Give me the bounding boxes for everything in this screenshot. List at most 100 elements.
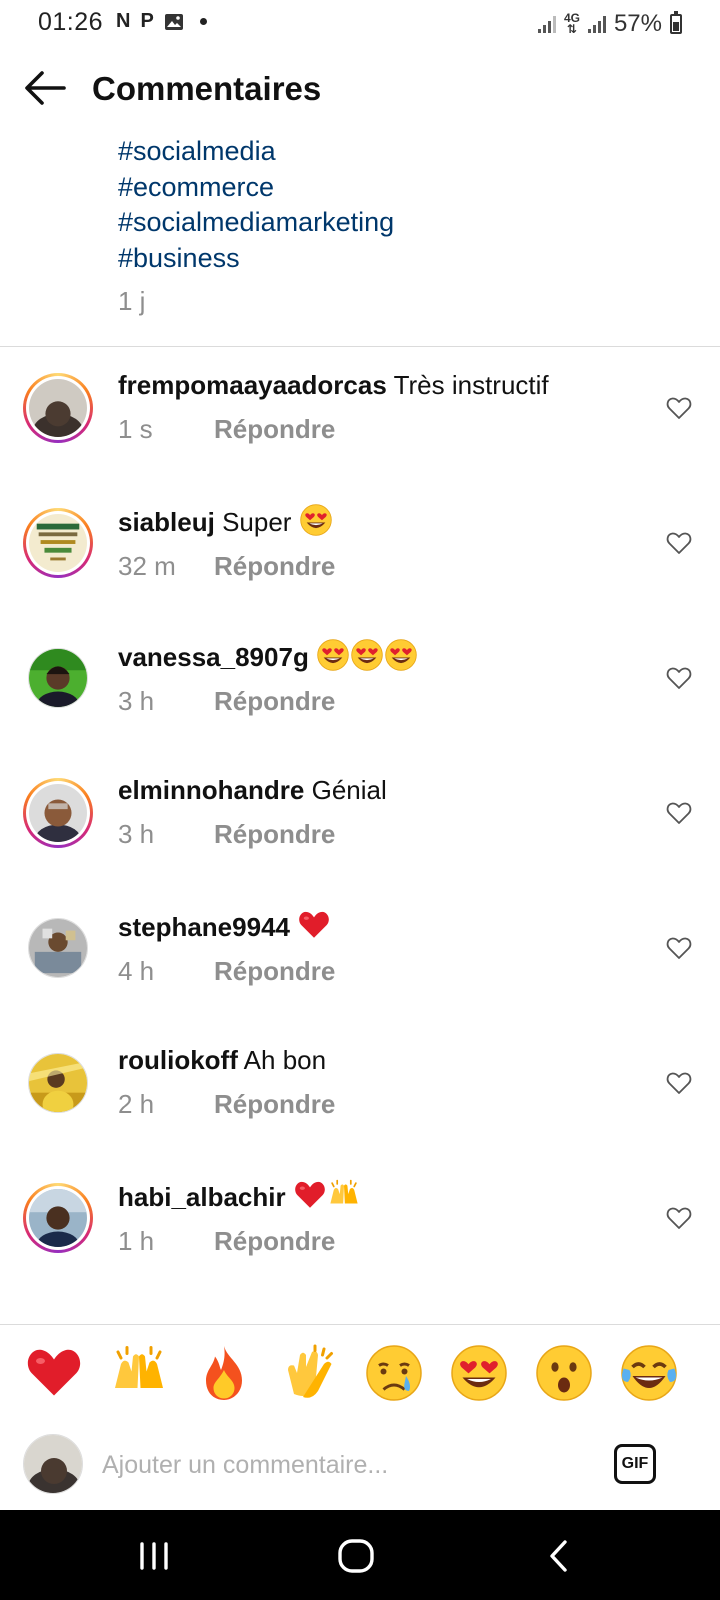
- network-type: 4G ⇅: [563, 11, 580, 36]
- crying-face-emoji-icon[interactable]: [364, 1343, 424, 1403]
- comment-body: elminnohandre Génial 3 h Répondre: [118, 773, 650, 850]
- hashtag-link[interactable]: #business: [118, 241, 394, 277]
- hashtag-link[interactable]: #socialmediamarketing: [118, 205, 394, 241]
- comment-time: 3 h: [118, 686, 155, 716]
- like-heart-icon[interactable]: [666, 666, 692, 690]
- comment-meta: 3 h Répondre: [118, 686, 650, 717]
- battery-percent: 57%: [613, 10, 662, 37]
- comment-username[interactable]: elminnohandre: [118, 775, 304, 805]
- red-heart-emoji-icon: [293, 1178, 327, 1212]
- comment-avatar[interactable]: [29, 1189, 87, 1247]
- comment-item[interactable]: habi_albachir 1 h Répondre: [0, 1170, 720, 1305]
- gallery-notification-icon: [164, 13, 183, 30]
- reply-button[interactable]: Répondre: [214, 1089, 335, 1119]
- raised-hands-emoji-icon[interactable]: [109, 1343, 169, 1403]
- comment-line: elminnohandre Génial: [118, 773, 650, 807]
- comment-time: 1 h: [118, 1226, 155, 1256]
- comment-username[interactable]: stephane9944: [118, 912, 290, 942]
- comment-line: stephane9944: [118, 908, 650, 944]
- home-icon[interactable]: [334, 1534, 378, 1578]
- signal-1-icon: [537, 15, 556, 33]
- system-indicators: 4G ⇅ 57%: [537, 10, 682, 38]
- comment-line: frempomaayaadorcas Très instructif: [118, 368, 650, 402]
- comment-avatar[interactable]: [29, 784, 87, 842]
- like-heart-icon[interactable]: [666, 801, 692, 825]
- reply-button[interactable]: Répondre: [214, 414, 335, 444]
- comment-text: Ah bon: [243, 1045, 327, 1075]
- reply-button[interactable]: Répondre: [214, 819, 335, 849]
- like-heart-icon[interactable]: [666, 936, 692, 960]
- red-heart-emoji-icon[interactable]: [24, 1343, 84, 1403]
- comment-item[interactable]: siableuj Super 32 m Répondre: [0, 495, 720, 630]
- comment-avatar[interactable]: [28, 1053, 88, 1113]
- comment-body: frempomaayaadorcas Très instructif 1 s Rép…: [118, 368, 650, 445]
- comment-item[interactable]: frempomaayaadorcas Très instructif 1 s Rép…: [0, 360, 720, 495]
- comment-body: vanessa_8907g 3 h Répondre: [118, 638, 650, 717]
- reply-button[interactable]: Répondre: [214, 686, 335, 716]
- comment-time: 32 m: [118, 551, 176, 581]
- comment-line: rouliokoff Ah bon: [118, 1043, 650, 1077]
- like-heart-icon[interactable]: [666, 1206, 692, 1230]
- p-notification-icon: P: [140, 10, 154, 32]
- recent-apps-icon[interactable]: [132, 1534, 176, 1578]
- comments-list[interactable]: frempomaayaadorcas Très instructif 1 s Rép…: [0, 360, 720, 1324]
- comment-input[interactable]: [100, 1442, 584, 1488]
- comment-username[interactable]: habi_albachir: [118, 1182, 286, 1212]
- comment-username[interactable]: vanessa_8907g: [118, 642, 309, 672]
- signal-2-icon: [587, 15, 606, 33]
- comment-meta: 1 h Répondre: [118, 1226, 650, 1257]
- reply-button[interactable]: Répondre: [214, 551, 335, 581]
- raised-hands-emoji-icon: [327, 1178, 361, 1212]
- clapping-hands-emoji-icon[interactable]: [279, 1343, 339, 1403]
- comment-avatar[interactable]: [29, 379, 87, 437]
- page-title: Commentaires: [92, 70, 322, 107]
- comment-body: siableuj Super 32 m Répondre: [118, 503, 650, 582]
- surprised-face-emoji-icon[interactable]: [534, 1343, 594, 1403]
- comment-username[interactable]: siableuj: [118, 507, 215, 537]
- comment-item[interactable]: stephane9944 4 h Répondre: [0, 900, 720, 1035]
- fire-emoji-icon[interactable]: [194, 1343, 254, 1403]
- comment-line: habi_albachir: [118, 1178, 650, 1214]
- caption-time: 1 j: [118, 286, 146, 316]
- comment-avatar[interactable]: [28, 918, 88, 978]
- like-heart-icon[interactable]: [666, 396, 692, 420]
- reply-button[interactable]: Répondre: [214, 1226, 335, 1256]
- my-avatar: [23, 1434, 83, 1494]
- comment-avatar[interactable]: [28, 648, 88, 708]
- divider: [0, 346, 720, 347]
- comment-time: 3 h: [118, 819, 155, 849]
- comment-meta: 3 h Répondre: [118, 819, 650, 850]
- post-caption: #socialmedia #ecommerce #socialmediamark…: [118, 134, 394, 317]
- back-arrow-icon[interactable]: [22, 68, 68, 108]
- comment-line: siableuj Super: [118, 503, 650, 539]
- comment-body: stephane9944 4 h Répondre: [118, 908, 650, 987]
- comment-username[interactable]: rouliokoff: [118, 1045, 238, 1075]
- more-notifications-dot: [199, 18, 207, 25]
- heart-eyes-emoji-icon: [299, 503, 333, 537]
- hashtag-link[interactable]: #socialmedia: [118, 134, 394, 170]
- comment-line: vanessa_8907g: [118, 638, 650, 674]
- comment-item[interactable]: vanessa_8907g 3 h Répondre: [0, 630, 720, 765]
- comment-item[interactable]: elminnohandre Génial 3 h Répondre: [0, 765, 720, 900]
- system-nav-bar: [0, 1510, 720, 1600]
- reply-button[interactable]: Répondre: [214, 956, 335, 986]
- comment-time: 1 s: [118, 414, 153, 444]
- heart-eyes-emoji-icon[interactable]: [449, 1343, 509, 1403]
- like-heart-icon[interactable]: [666, 1071, 692, 1095]
- status-time: 01:26: [38, 8, 104, 36]
- comment-body: habi_albachir 1 h Répondre: [118, 1178, 650, 1257]
- battery-icon: [670, 11, 682, 34]
- hashtag-link[interactable]: #ecommerce: [118, 170, 394, 206]
- gif-button[interactable]: GIF: [614, 1444, 656, 1484]
- back-nav-icon[interactable]: [538, 1534, 582, 1578]
- like-heart-icon[interactable]: [666, 531, 692, 555]
- header: Commentaires: [0, 46, 720, 130]
- n-notification-icon: N: [116, 10, 131, 32]
- tears-of-joy-emoji-icon[interactable]: [619, 1343, 679, 1403]
- comment-avatar[interactable]: [29, 514, 87, 572]
- comment-item[interactable]: rouliokoff Ah bon 2 h Répondre: [0, 1035, 720, 1170]
- heart-eyes-emoji-icon: [350, 638, 384, 672]
- comment-body: rouliokoff Ah bon 2 h Répondre: [118, 1043, 650, 1120]
- comment-username[interactable]: frempomaayaadorcas: [118, 370, 387, 400]
- comment-text: Génial: [311, 775, 387, 805]
